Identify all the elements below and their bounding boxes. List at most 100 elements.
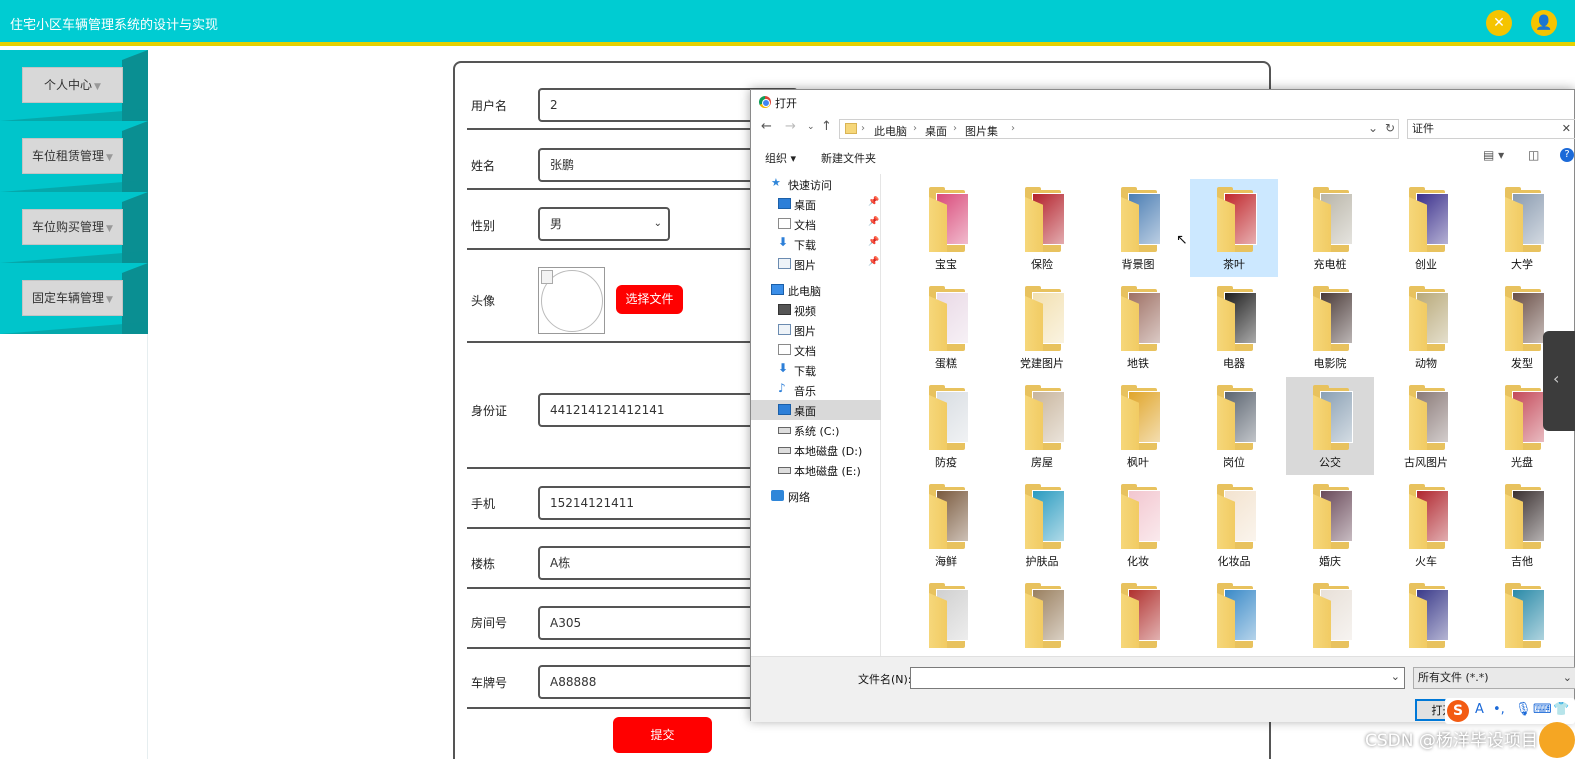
nav-item[interactable]: 视频: [751, 300, 881, 320]
breadcrumb-item[interactable]: 图片集: [965, 123, 998, 139]
folder-item[interactable]: 电影院: [1286, 278, 1374, 376]
folder-item[interactable]: [998, 575, 1086, 656]
field-label: 楼栋: [471, 557, 496, 571]
nav-item[interactable]: 系统 (C:): [751, 420, 881, 440]
organize-menu[interactable]: 组织 ▾: [765, 150, 796, 166]
folder-item[interactable]: 婚庆: [1286, 476, 1374, 574]
folder-item[interactable]: 地铁: [1094, 278, 1182, 376]
nav-item[interactable]: 图片 📌: [751, 254, 881, 274]
folder-item[interactable]: 化妆: [1094, 476, 1182, 574]
ime-punctuation-icon[interactable]: •,: [1493, 702, 1505, 717]
recent-dropdown-icon[interactable]: ⌄: [807, 122, 815, 132]
folder-item[interactable]: [1382, 575, 1470, 656]
nav-item-label: 视频: [794, 305, 816, 318]
nav-item[interactable]: 文档 📌: [751, 214, 881, 234]
filetype-select[interactable]: 所有文件 (*.*) ⌄: [1413, 667, 1575, 689]
chevron-down-icon[interactable]: ⌄: [1368, 121, 1378, 135]
sidebar-item-button[interactable]: 车位购买管理 ▼: [22, 209, 123, 245]
back-arrow-icon[interactable]: ←: [761, 119, 772, 134]
nav-item[interactable]: 此电脑: [751, 280, 881, 300]
sidebar-item-button[interactable]: 个人中心 ▼: [22, 67, 123, 103]
search-input[interactable]: 证件 ✕: [1407, 119, 1575, 139]
collapse-tab[interactable]: ‹: [1543, 331, 1575, 431]
folder-item[interactable]: 宝宝: [902, 179, 990, 277]
refresh-icon[interactable]: ↻: [1385, 121, 1395, 135]
nav-item[interactable]: ⬇ 下载 📌: [751, 234, 881, 254]
keyboard-icon[interactable]: ⌨: [1533, 702, 1552, 717]
watermark: CSDN @杨洋毕设项目: [1365, 731, 1538, 751]
folder-item[interactable]: [902, 575, 990, 656]
submit-button[interactable]: 提交: [613, 717, 712, 753]
folder-item[interactable]: 茶叶: [1190, 179, 1278, 277]
folder-item[interactable]: 电器: [1190, 278, 1278, 376]
skin-icon[interactable]: 👕: [1553, 702, 1569, 717]
folder-item[interactable]: 背景图: [1094, 179, 1182, 277]
folder-item[interactable]: [1478, 575, 1566, 656]
folder-item[interactable]: [1286, 575, 1374, 656]
folder-item[interactable]: 火车: [1382, 476, 1470, 574]
folder-label: 护肤品: [1025, 555, 1059, 568]
folder-item[interactable]: 充电桩: [1286, 179, 1374, 277]
folder-item[interactable]: 海鲜: [902, 476, 990, 574]
nav-item[interactable]: 文档: [751, 340, 881, 360]
nav-item[interactable]: ⬇ 下载: [751, 360, 881, 380]
preview-pane-icon[interactable]: ◫: [1528, 148, 1539, 162]
nav-item[interactable]: ★ 快速访问: [751, 174, 881, 194]
nav-item[interactable]: ♪ 音乐: [751, 380, 881, 400]
address-bar[interactable]: › 此电脑 › 桌面 › 图片集 › ⌄ ↻: [839, 119, 1399, 139]
filename-input[interactable]: ⌄: [910, 667, 1405, 689]
nav-item[interactable]: 桌面: [751, 400, 881, 420]
view-options-icon[interactable]: ▤ ▾: [1483, 148, 1504, 162]
folder-item[interactable]: 古风图片: [1382, 377, 1470, 475]
folder-item[interactable]: 动物: [1382, 278, 1470, 376]
gender-select[interactable]: 男 ⌄: [538, 207, 670, 241]
ime-mode-icon[interactable]: A: [1475, 702, 1484, 717]
folder-item[interactable]: 化妆品: [1190, 476, 1278, 574]
forward-arrow-icon[interactable]: →: [785, 119, 796, 134]
breadcrumb-item[interactable]: 此电脑: [874, 123, 907, 139]
sidebar-item-rental[interactable]: 车位租赁管理 ▼: [0, 121, 148, 192]
sidebar-item-button[interactable]: 车位租赁管理 ▼: [22, 138, 123, 174]
microphone-icon[interactable]: 🎙: [1515, 702, 1532, 717]
user-icon[interactable]: 👤: [1531, 10, 1557, 36]
folder-item[interactable]: 吉他: [1478, 476, 1566, 574]
folder-item[interactable]: 保险: [998, 179, 1086, 277]
nav-item[interactable]: 桌面 📌: [751, 194, 881, 214]
chevron-down-icon[interactable]: ⌄: [1391, 670, 1400, 683]
folder-item[interactable]: 枫叶: [1094, 377, 1182, 475]
folder-label: 防疫: [935, 456, 957, 469]
close-icon[interactable]: ✕: [1562, 120, 1571, 138]
folder-item[interactable]: 创业: [1382, 179, 1470, 277]
nav-item[interactable]: 本地磁盘 (D:): [751, 440, 881, 460]
floating-button[interactable]: [1539, 722, 1575, 758]
folder-label: 吉他: [1511, 555, 1533, 568]
help-icon[interactable]: ?: [1560, 148, 1574, 162]
nav-item[interactable]: 图片: [751, 320, 881, 340]
field-label: 手机: [471, 497, 496, 511]
folder-item[interactable]: 岗位: [1190, 377, 1278, 475]
network-icon: [771, 490, 784, 501]
folder-item[interactable]: 大学: [1478, 179, 1566, 277]
folder-item[interactable]: 党建图片: [998, 278, 1086, 376]
folder-item[interactable]: 防疫: [902, 377, 990, 475]
sidebar-item-purchase[interactable]: 车位购买管理 ▼: [0, 192, 148, 263]
sidebar-item-button[interactable]: 固定车辆管理 ▼: [22, 280, 123, 316]
new-folder-button[interactable]: 新建文件夹: [821, 150, 876, 166]
sidebar-item-personal[interactable]: 个人中心 ▼: [0, 50, 148, 121]
nav-item[interactable]: 本地磁盘 (E:): [751, 460, 881, 480]
breadcrumb-item[interactable]: 桌面: [925, 123, 947, 139]
up-arrow-icon[interactable]: ↑: [821, 119, 832, 134]
dialog-toolbar: 组织 ▾ 新建文件夹 ▤ ▾ ◫ ?: [751, 144, 1574, 168]
folder-item[interactable]: 公交: [1286, 377, 1374, 475]
sidebar-item-vehicles[interactable]: 固定车辆管理 ▼: [0, 263, 148, 334]
folder-item[interactable]: [1094, 575, 1182, 656]
choose-file-button[interactable]: 选择文件: [616, 285, 683, 314]
folder-item[interactable]: 房屋: [998, 377, 1086, 475]
fullscreen-icon[interactable]: ✕: [1486, 10, 1512, 36]
folder-item[interactable]: 蛋糕: [902, 278, 990, 376]
folder-item[interactable]: 护肤品: [998, 476, 1086, 574]
folder-label: 婚庆: [1319, 555, 1341, 568]
nav-item[interactable]: 网络: [751, 486, 881, 506]
folder-item[interactable]: [1190, 575, 1278, 656]
sogou-logo-icon[interactable]: S: [1447, 700, 1469, 722]
